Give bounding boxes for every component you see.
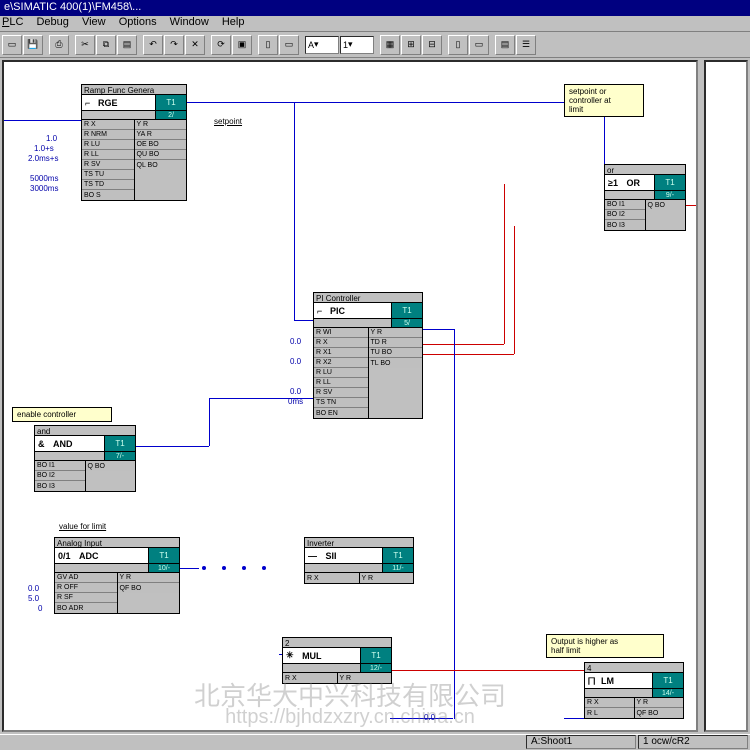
tb-zoom-select[interactable]: 1 ▾ [340, 36, 374, 54]
block-lim[interactable]: 4 ⨅LMT1 14/- R XR L Y RQF BO [584, 662, 684, 719]
block-or[interactable]: or ≥1 ORT1 9/- BO I1BO I2BO I3 Q BO [604, 164, 686, 231]
tb-list-icon[interactable]: ☰ [516, 35, 536, 55]
window-title: e\SIMATIC 400(1)\FM458\... [4, 1, 141, 13]
tb-delete-icon[interactable]: ✕ [185, 35, 205, 55]
tb-nav-icon[interactable]: ▣ [232, 35, 252, 55]
tb-font-select[interactable]: A ▾ [305, 36, 339, 54]
title-bar: e\SIMATIC 400(1)\FM458\... [0, 0, 750, 16]
menu-bar: PLPLCC Debug View Options Window Help [0, 16, 750, 32]
note-enable: enable controller [12, 407, 112, 422]
tb-form-icon[interactable]: ▤ [495, 35, 515, 55]
menu-options[interactable]: Options [119, 16, 157, 28]
status-left: A:Shoot1 [526, 735, 636, 749]
pi-icon: ⌐ [317, 306, 327, 316]
tb-win2-icon[interactable]: ▭ [469, 35, 489, 55]
menu-plc[interactable]: PLPLCC [2, 16, 23, 28]
status-right: 1 ocw/cR2 [638, 735, 748, 749]
menu-window[interactable]: Window [170, 16, 209, 28]
block-inverter[interactable]: Inverter — SIIT1 11/- R X Y R [304, 537, 414, 584]
tb-grid1-icon[interactable]: ▦ [380, 35, 400, 55]
note-limit: setpoint or controller at limit [564, 84, 644, 117]
block-rge[interactable]: Ramp Func Genera ⌐RGET1 2/ R XR NRM R LU… [81, 84, 187, 201]
tb-grid2-icon[interactable]: ⊞ [401, 35, 421, 55]
menu-view[interactable]: View [82, 16, 106, 28]
toolbar: ▭ 💾 ⎙ ✂ ⧉ ▤ ↶ ↷ ✕ ⟳ ▣ ▯ ▭ A ▾ 1 ▾ ▦ ⊞ ⊟ … [0, 32, 750, 58]
block-pic[interactable]: PI Controller ⌐PICT1 5/ R WIR X R X1R X2… [313, 292, 423, 419]
ramp-icon: ⌐ [85, 98, 95, 108]
menu-help[interactable]: Help [222, 16, 245, 28]
status-bar: A:Shoot1 1 ocw/cR2 [0, 734, 750, 750]
tb-open-icon[interactable]: ▭ [2, 35, 22, 55]
tb-align2-icon[interactable]: ▭ [279, 35, 299, 55]
note-output: Output is higher as half limit [546, 634, 664, 658]
lim-icon: ⨅ [588, 676, 598, 686]
block-adc[interactable]: Analog Input 0/1 ADCT1 10/- GV ADR OFFR … [54, 537, 180, 614]
label-value-limit: value for limit [59, 522, 106, 531]
tb-grid3-icon[interactable]: ⊟ [422, 35, 442, 55]
tb-win1-icon[interactable]: ▯ [448, 35, 468, 55]
tb-cut-icon[interactable]: ✂ [75, 35, 95, 55]
menu-debug[interactable]: Debug [36, 16, 68, 28]
tb-save-icon[interactable]: 💾 [23, 35, 43, 55]
tb-paste-icon[interactable]: ▤ [117, 35, 137, 55]
tb-print-icon[interactable]: ⎙ [49, 35, 69, 55]
tb-undo-icon[interactable]: ↶ [143, 35, 163, 55]
tb-refresh-icon[interactable]: ⟳ [211, 35, 231, 55]
diagram-canvas[interactable]: 0.0 setpoint Ramp Func Genera ⌐RGET1 2/ … [2, 60, 698, 732]
tb-redo-icon[interactable]: ↷ [164, 35, 184, 55]
tb-copy-icon[interactable]: ⧉ [96, 35, 116, 55]
tb-align1-icon[interactable]: ▯ [258, 35, 278, 55]
block-mul[interactable]: 2 ✳ MULT1 12/- R X Y R [282, 637, 392, 684]
side-panel [704, 60, 748, 732]
label-setpoint: setpoint [214, 117, 242, 126]
block-and[interactable]: and & ANDT1 7/- BO I1BO I2BO I3 Q BO [34, 425, 136, 492]
